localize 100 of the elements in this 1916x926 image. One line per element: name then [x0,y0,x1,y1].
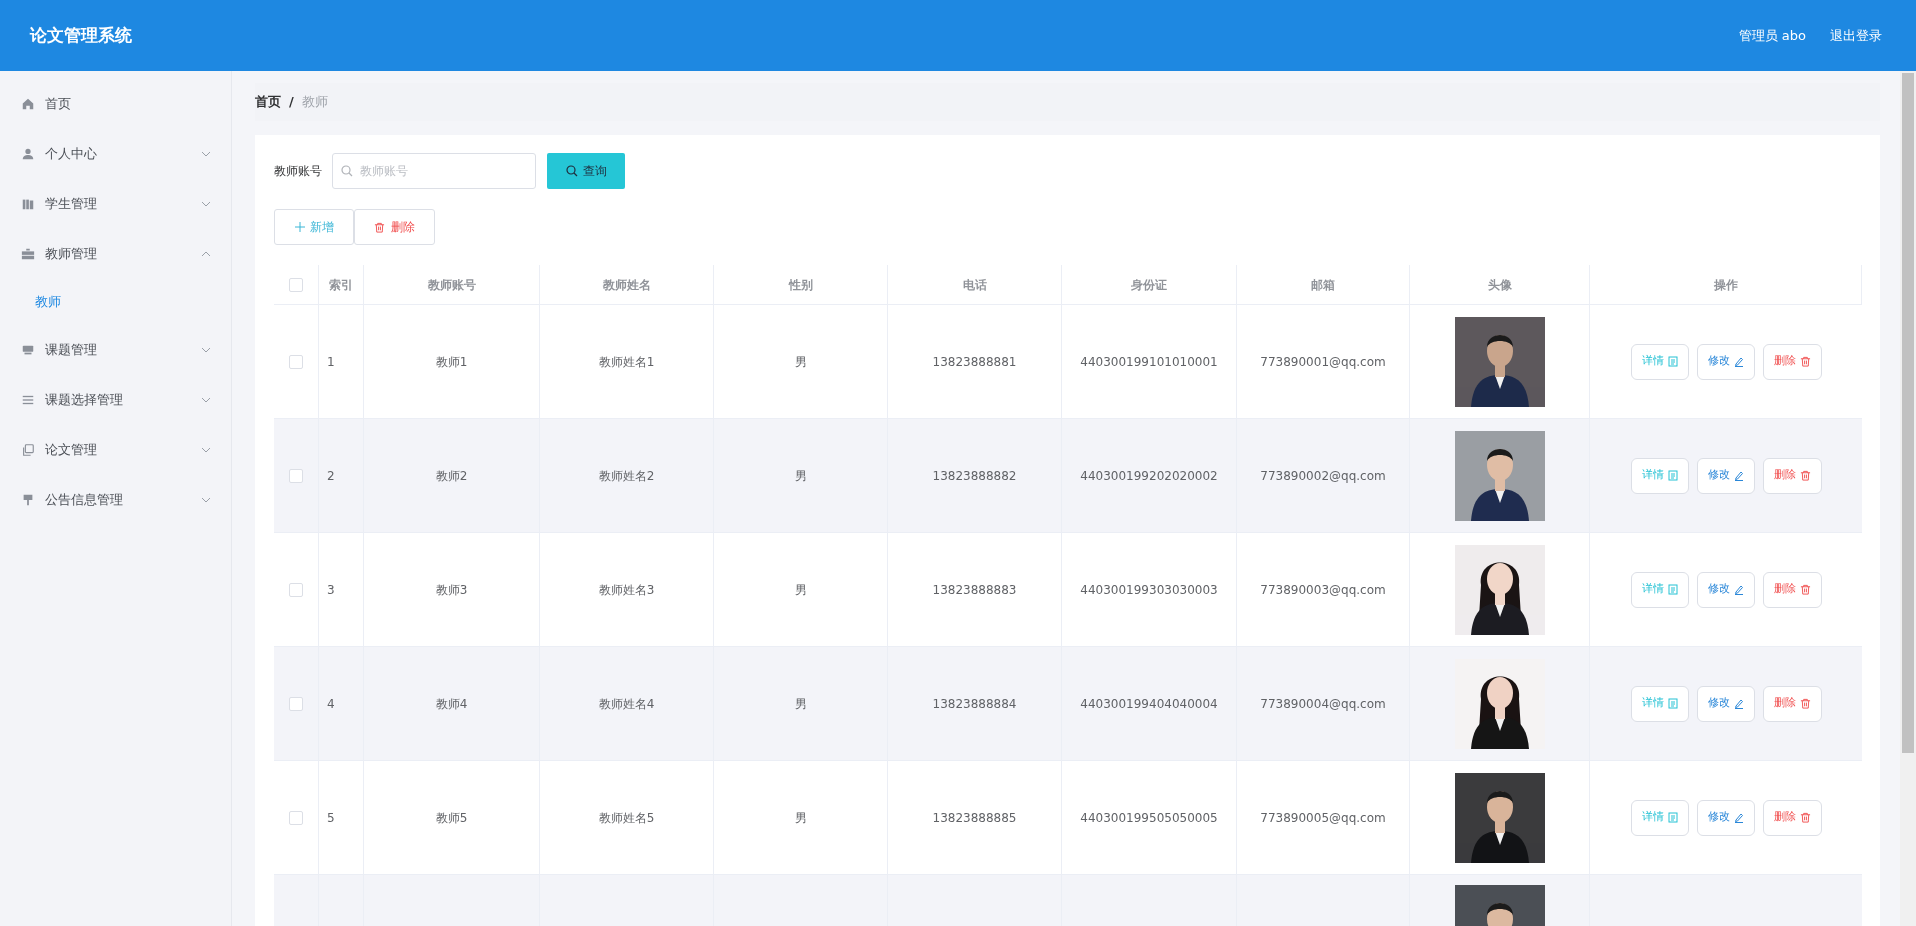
table-cell-text: 教师1 [435,353,468,371]
trash-icon [1799,812,1811,823]
pencil-icon [1733,698,1744,709]
scrollbar[interactable] [1900,71,1916,926]
column-header: 邮箱 [1237,265,1410,304]
table-cell-text: 13823888881 [932,353,1017,371]
trash-icon [1799,584,1811,595]
table-cell-text: 773890005@qq.com [1260,809,1386,827]
table-cell-text: 2 [327,467,335,485]
sidebar-item[interactable]: 个人中心 [0,129,231,179]
search-icon [341,165,353,177]
detail-button[interactable]: 详情 [1630,799,1689,836]
pencil-icon [1733,470,1744,481]
edit-button[interactable]: 修改 [1696,343,1755,380]
delete-button[interactable]: 删除 [1762,685,1822,722]
table-cell-text: 男 [794,353,807,371]
table-cell-text: 440300199202020002 [1080,467,1218,485]
sidebar-item[interactable]: 首页 [0,79,231,129]
submenu-item[interactable]: 教师 [0,279,231,325]
table-cell-text: 男 [794,695,807,713]
row-checkbox[interactable] [289,354,303,369]
row-checkbox[interactable] [289,468,303,483]
delete-selected-button[interactable]: 删除 [354,209,435,245]
table-cell-text: 1 [327,353,335,371]
detail-button[interactable]: 详情 [1630,343,1689,380]
edit-button[interactable]: 修改 [1696,799,1755,836]
chevron-icon [201,151,211,157]
search-label: 教师账号 [274,163,322,180]
user-label: 管理员 abo [1738,26,1806,45]
delete-button[interactable]: 删除 [1762,799,1822,836]
edit-button[interactable]: 修改 [1696,685,1755,722]
table-cell-text: 773890003@qq.com [1260,581,1386,599]
trash-icon [1799,356,1811,367]
trash-icon [374,221,385,233]
menu-item-icon [21,247,35,261]
table-cell-text: 773890002@qq.com [1260,467,1386,485]
sidebar-item[interactable]: 课题选择管理 [0,375,231,425]
menu-item-icon [21,343,35,357]
document-icon [1667,698,1678,709]
column-header: 头像 [1410,265,1590,304]
search-field[interactable]: 教师账号 [332,153,536,189]
chevron-icon [201,497,211,503]
search-icon [565,165,578,177]
table-cell-text: 5 [327,809,335,827]
table-cell-text: 440300199303030003 [1080,581,1218,599]
column-header: 教师姓名 [540,265,714,304]
breadcrumb-item[interactable]: 首页 [255,92,281,112]
query-button[interactable]: 查询 [547,153,625,189]
chevron-icon [201,347,211,353]
table-cell-text: 773890004@qq.com [1260,695,1386,713]
table-cell-text: 773890001@qq.com [1260,353,1386,371]
home-icon [21,97,35,111]
table-cell-text: 教师姓名1 [598,353,655,371]
table-cell-text: 教师姓名2 [598,467,655,485]
delete-button[interactable]: 删除 [1762,457,1822,494]
column-header: 索引 [319,265,364,304]
column-header: 电话 [888,265,1062,304]
edit-button[interactable]: 修改 [1696,457,1755,494]
pencil-icon [1733,584,1744,595]
table-cell-text: 440300199101010001 [1080,353,1218,371]
chevron-icon [201,447,211,453]
delete-button[interactable]: 删除 [1762,571,1822,608]
table-cell-text: 男 [794,581,807,599]
add-button[interactable]: 新增 [274,209,354,245]
menu-item-icon [21,393,35,407]
chevron-icon [201,251,211,257]
pencil-icon [1733,812,1744,823]
table-cell-text: 教师姓名5 [598,809,655,827]
plus-icon [294,222,305,232]
row-checkbox[interactable] [289,696,303,711]
detail-button[interactable]: 详情 [1630,457,1689,494]
sidebar-item[interactable]: 学生管理 [0,179,231,229]
chevron-icon [201,397,211,403]
column-header: 性别 [714,265,888,304]
sidebar-item[interactable]: 课题管理 [0,325,231,375]
row-checkbox[interactable] [289,810,303,825]
table-cell-text: 男 [794,809,807,827]
trash-icon [1799,470,1811,481]
menu-item-icon [21,493,35,507]
row-checkbox[interactable] [289,582,303,597]
app-title: 论文管理系统 [30,23,132,47]
row-checkbox[interactable] [289,277,303,292]
column-header: 教师账号 [364,265,540,304]
table-cell-text: 13823888883 [932,581,1017,599]
menu-item-icon [21,147,35,161]
detail-button[interactable]: 详情 [1630,571,1689,608]
document-icon [1667,584,1678,595]
detail-button[interactable]: 详情 [1630,685,1689,722]
delete-button[interactable]: 删除 [1762,343,1822,380]
table-cell-text: 440300199404040004 [1080,695,1218,713]
menu-item-icon [21,197,35,211]
table-cell-text: 13823888882 [932,467,1017,485]
logout-link[interactable]: 退出登录 [1830,25,1882,46]
table-cell-text: 教师5 [435,809,468,827]
sidebar-item[interactable]: 论文管理 [0,425,231,475]
sidebar-item[interactable]: 教师管理 [0,229,231,279]
sidebar-item[interactable]: 公告信息管理 [0,475,231,525]
document-icon [1667,356,1678,367]
pencil-icon [1733,356,1744,367]
edit-button[interactable]: 修改 [1696,571,1755,608]
